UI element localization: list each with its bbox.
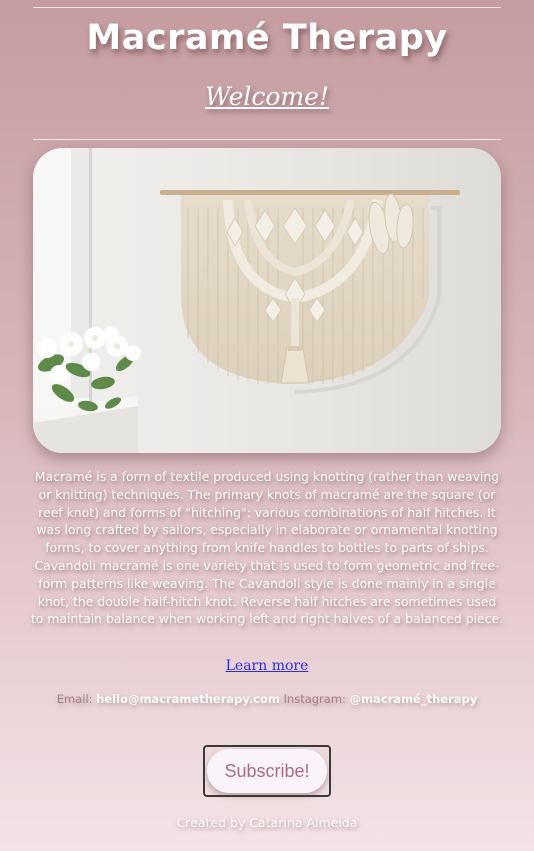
page: Macramé Therapy Welcome! Macramé is a fo…: [0, 0, 534, 851]
macrame-wall-hanging-photo: [33, 148, 501, 453]
email-label: Email:: [56, 692, 93, 706]
learn-more-container: Learn more: [0, 658, 534, 674]
instagram-label: Instagram:: [283, 692, 346, 706]
macrame-description: Macramé is a form of textile produced us…: [30, 469, 504, 627]
instagram-handle: @macramé_therapy: [349, 692, 478, 706]
page-title: Macramé Therapy: [86, 18, 448, 58]
top-divider: [33, 7, 501, 8]
learn-more-link[interactable]: Learn more: [226, 658, 309, 674]
subscribe-button-label: Subscribe!: [207, 749, 327, 793]
footer-credit: Created by Catarina Almeida: [176, 815, 358, 830]
subscribe-button[interactable]: Subscribe!: [203, 745, 331, 797]
welcome-heading: Welcome!: [204, 82, 330, 111]
contact-info: Email: hello@macrametherapy.com Instagra…: [0, 692, 534, 706]
header-divider: [33, 139, 501, 140]
email-address: hello@macrametherapy.com: [96, 692, 280, 706]
